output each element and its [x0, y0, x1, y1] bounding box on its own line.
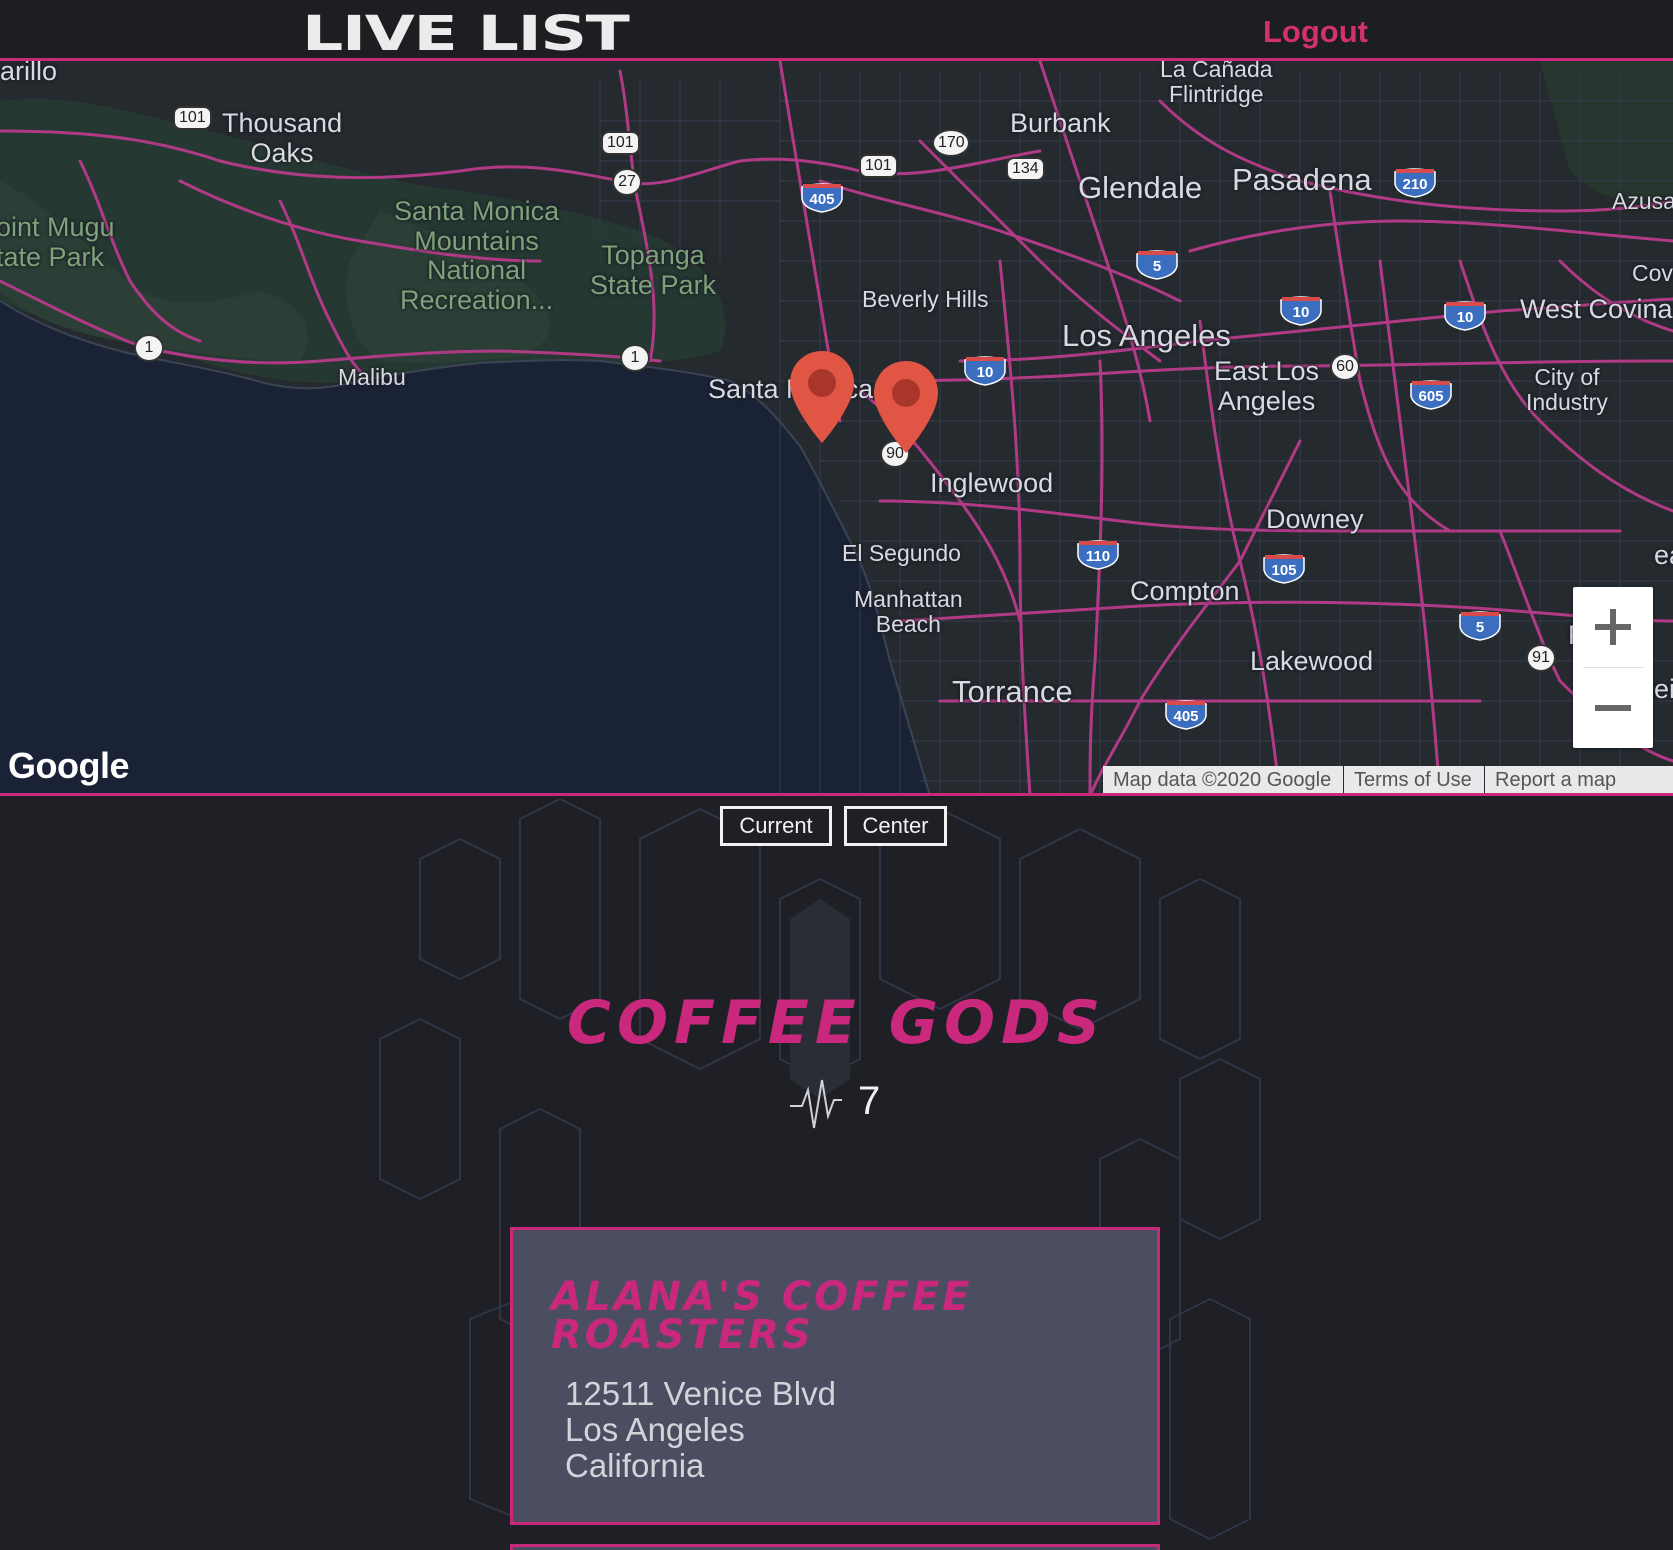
- map-data-attribution: Map data ©2020 Google: [1103, 766, 1343, 793]
- interstate-number: 10: [1457, 309, 1474, 326]
- place-label: Burbank: [1010, 108, 1111, 138]
- highway-shield: 1: [134, 334, 164, 362]
- venue-street: 12511 Venice Blvd: [565, 1375, 836, 1412]
- venue-name[interactable]: ALANA'S COFFEE ROASTERS: [551, 1277, 1111, 1355]
- interstate-number: 405: [809, 191, 834, 208]
- place-label: Lakewood: [1250, 646, 1374, 676]
- place-label: oint Mugu tate Park: [0, 212, 115, 272]
- interstate-number: 110: [1086, 548, 1110, 565]
- highway-shield: 91: [1526, 644, 1556, 672]
- place-label: Compton: [1130, 576, 1240, 606]
- place-label: West Covina: [1520, 294, 1673, 324]
- map-view[interactable]: arillo Thousand Oaks oint Mugu tate Park…: [0, 61, 1673, 796]
- google-logo: Google: [8, 745, 130, 786]
- interstate-shield: 605: [1410, 380, 1452, 410]
- interstate-number: 105: [1271, 562, 1296, 579]
- interstate-shield: 105: [1263, 554, 1305, 584]
- place-label: Pasadena: [1232, 162, 1372, 197]
- zoom-in-button[interactable]: [1573, 587, 1653, 667]
- map-marker-pin[interactable]: [872, 359, 940, 455]
- place-label: La Cañada Flintridge: [1160, 61, 1273, 108]
- interstate-shield: 5: [1459, 611, 1501, 641]
- map-marker-pin[interactable]: [788, 349, 856, 445]
- highway-shield: 101: [859, 154, 898, 178]
- place-label: ea: [1654, 540, 1673, 570]
- place-label: East Los Angeles: [1214, 356, 1320, 416]
- zoom-out-button[interactable]: [1573, 668, 1653, 748]
- report-map-error-link[interactable]: Report a map error: [1485, 766, 1673, 793]
- current-location-button[interactable]: Current: [720, 806, 832, 846]
- place-label: El Segundo: [842, 540, 961, 566]
- place-label: Thousand Oaks: [222, 108, 343, 168]
- zoom-control: [1573, 587, 1653, 748]
- interstate-number: 5: [1153, 258, 1161, 275]
- interstate-shield: 5: [1136, 250, 1178, 280]
- interstate-number: 605: [1418, 388, 1443, 405]
- interstate-shield: 10: [1280, 296, 1322, 326]
- highway-shield: 101: [601, 131, 640, 155]
- logout-link[interactable]: Logout: [1263, 14, 1368, 50]
- venue-address: 12511 Venice Blvd Los Angeles California: [565, 1376, 836, 1484]
- interstate-number: 10: [1293, 304, 1310, 321]
- terms-of-use-link[interactable]: Terms of Use: [1344, 766, 1484, 793]
- place-label: Cov: [1632, 260, 1673, 286]
- interstate-number: 210: [1402, 176, 1427, 193]
- place-label: arillo: [0, 61, 58, 86]
- interstate-shield: 110: [1077, 540, 1119, 570]
- interstate-shield: 405: [1165, 700, 1207, 730]
- list-title: COFFEE GODS: [566, 988, 1107, 1058]
- interstate-number: 5: [1476, 619, 1484, 636]
- interstate-shield: 10: [1444, 301, 1486, 331]
- highway-shield: 1: [620, 344, 650, 372]
- highway-shield: 101: [173, 106, 212, 130]
- place-label: City of Industry: [1526, 364, 1608, 416]
- place-label: Glendale: [1078, 170, 1203, 205]
- venue-card-next[interactable]: [510, 1544, 1160, 1550]
- place-label: Downey: [1266, 504, 1364, 534]
- highway-shield: 170: [932, 129, 970, 157]
- highway-shield: 60: [1330, 353, 1360, 381]
- place-label: Santa Monica Mountains National Recreati…: [394, 196, 560, 316]
- place-label: Azusa: [1612, 188, 1673, 214]
- pulse-count: 7: [858, 1079, 881, 1123]
- venue-city: Los Angeles: [565, 1411, 745, 1448]
- interstate-number: 405: [1173, 708, 1198, 725]
- interstate-number: 10: [977, 364, 994, 381]
- highway-shield: 27: [612, 168, 642, 196]
- place-label: ei: [1654, 674, 1673, 704]
- highway-shield: 134: [1006, 157, 1045, 181]
- place-label: Los Angeles: [1062, 318, 1231, 353]
- place-label: Manhattan Beach: [854, 586, 963, 638]
- place-label: Torrance: [952, 674, 1073, 709]
- interstate-shield: 210: [1394, 168, 1436, 198]
- interstate-shield: 10: [964, 356, 1006, 386]
- venue-card[interactable]: ALANA'S COFFEE ROASTERS 12511 Venice Blv…: [510, 1227, 1160, 1525]
- app-logo[interactable]: LIVE LIST: [302, 6, 630, 62]
- center-map-button[interactable]: Center: [844, 806, 947, 846]
- venue-state: California: [565, 1447, 705, 1484]
- place-label: Inglewood: [930, 468, 1054, 498]
- interstate-shield: 405: [801, 183, 843, 213]
- place-label: Malibu: [338, 364, 406, 390]
- place-label: Topanga State Park: [590, 240, 717, 300]
- place-label: Beverly Hills: [862, 286, 989, 312]
- app-header: LIVE LIST Logout: [0, 0, 1673, 62]
